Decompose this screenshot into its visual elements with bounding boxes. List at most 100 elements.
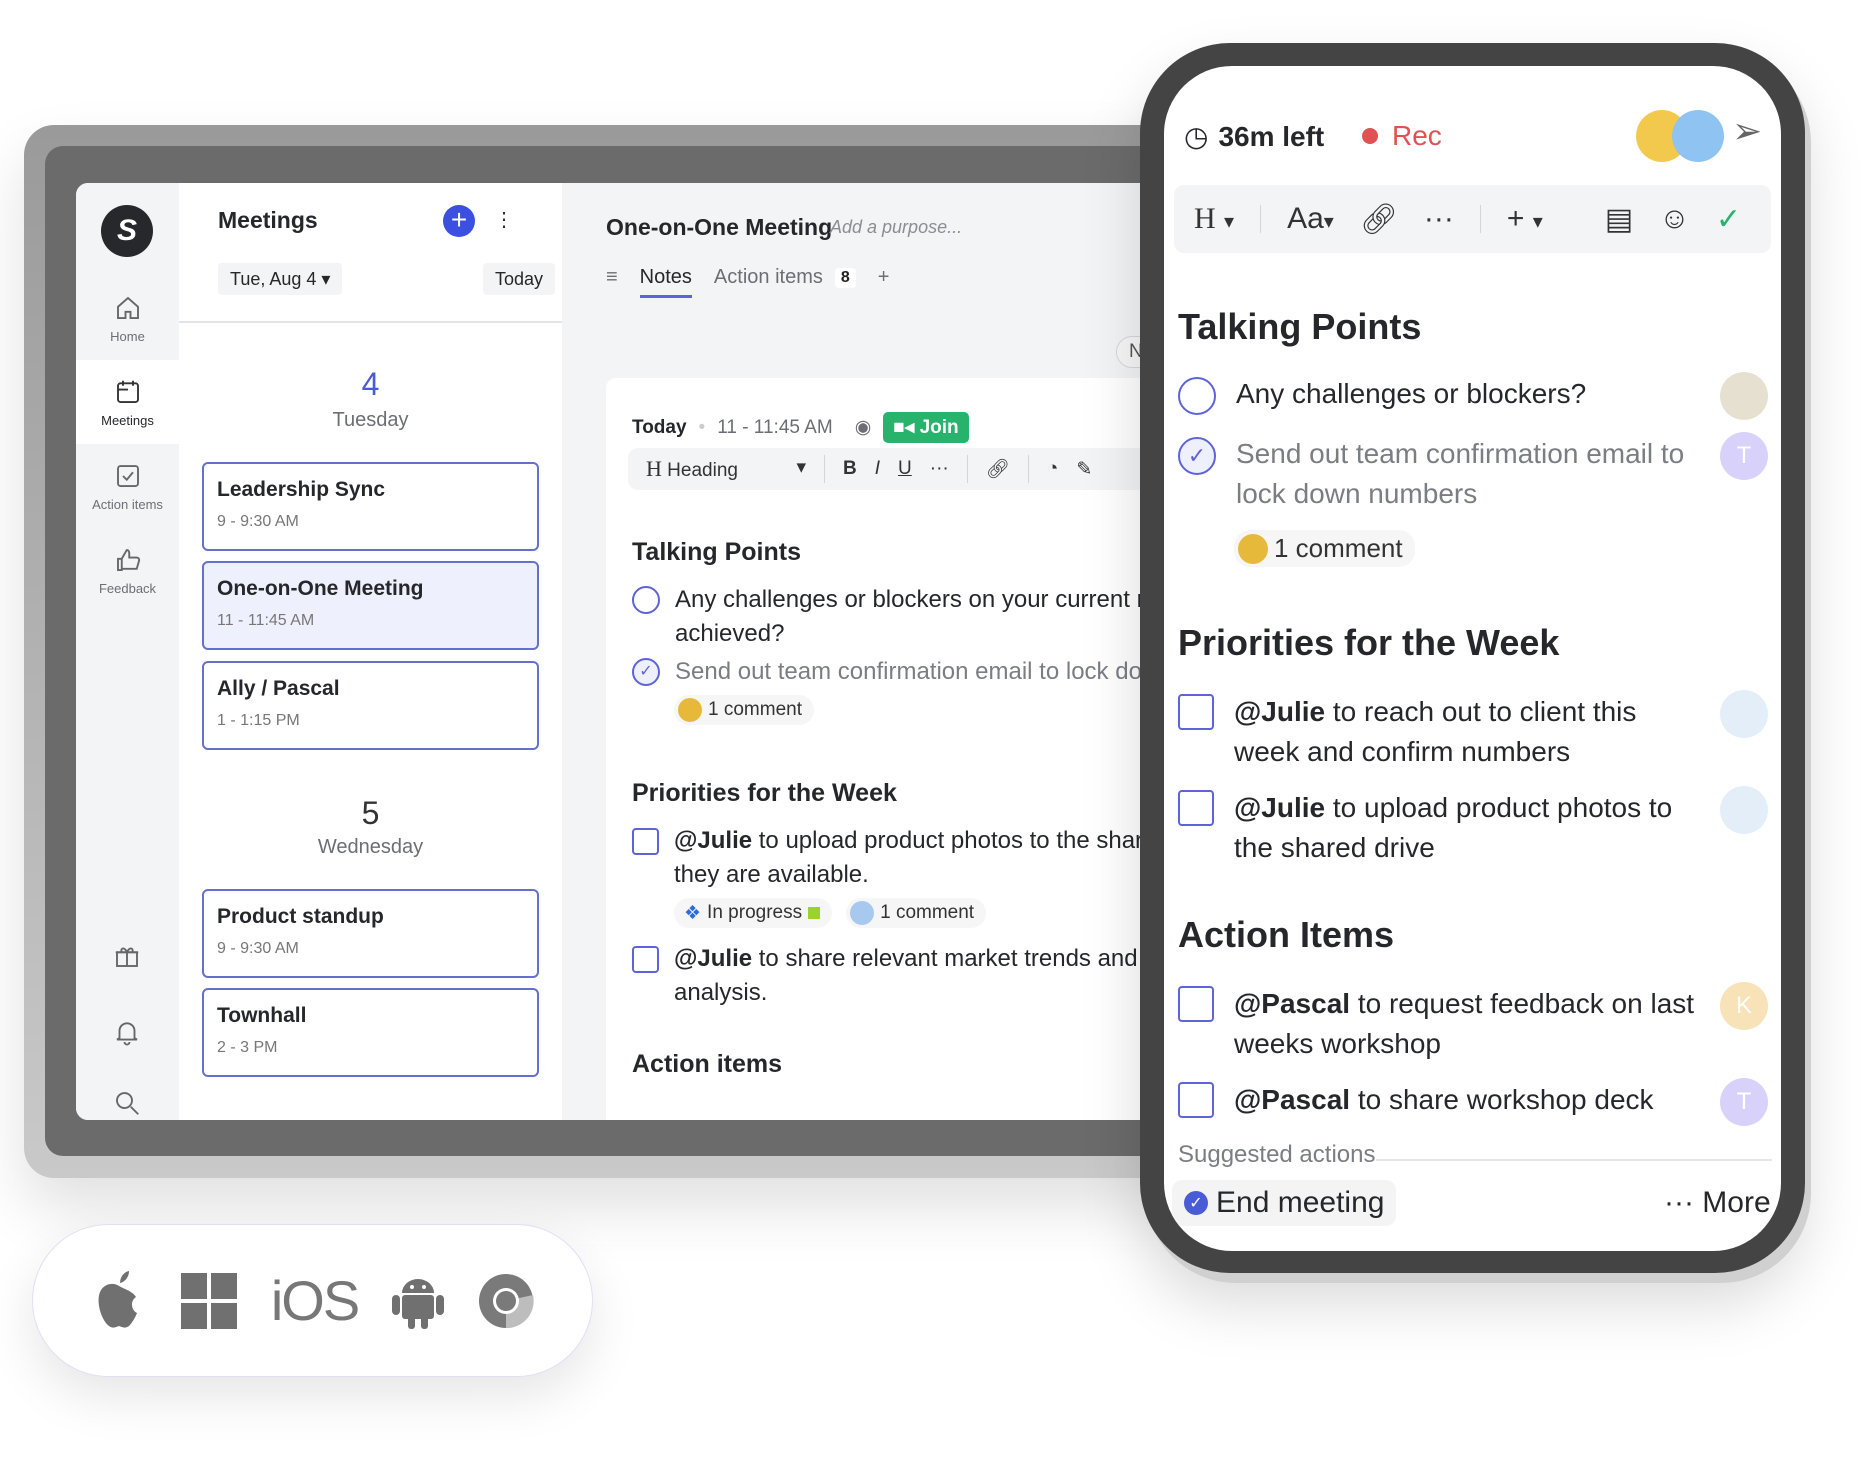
checkbox[interactable] bbox=[1178, 790, 1214, 826]
underline-button[interactable]: U bbox=[898, 458, 912, 480]
send-icon[interactable]: ➢ bbox=[1732, 110, 1762, 152]
check-icon[interactable]: ✓ bbox=[1716, 202, 1741, 237]
participant-avatar[interactable] bbox=[1672, 110, 1724, 162]
emoji-icon[interactable]: ☺ bbox=[1659, 202, 1690, 236]
sidebar-item-home[interactable]: Home bbox=[76, 276, 179, 360]
calendar-icon bbox=[116, 380, 139, 403]
comment-chip[interactable]: 1 comment bbox=[674, 695, 814, 725]
checkbox[interactable] bbox=[1178, 1082, 1214, 1118]
action-item: @Pascal to request feedback on last week… bbox=[1178, 984, 1698, 1064]
action-item: @Pascal to share workshop deck bbox=[1178, 1080, 1698, 1120]
meeting-card[interactable]: Townhall 2 - 3 PM bbox=[202, 988, 539, 1077]
talking-point-toggle[interactable] bbox=[632, 586, 660, 614]
android-icon bbox=[392, 1278, 445, 1329]
meetings-panel: Meetings + ⋮ Tue, Aug 4 ▾ Today 4 Tuesda… bbox=[179, 183, 562, 1120]
divider bbox=[1376, 1159, 1772, 1161]
text-style-dropdown[interactable]: H Heading ▾ bbox=[646, 456, 806, 482]
link-icon[interactable]: 🔗︎ bbox=[1360, 202, 1398, 237]
day-name: Wednesday bbox=[317, 836, 424, 858]
desktop-app: S Home Meetings Action items Feedback Me… bbox=[76, 183, 1216, 1120]
time-remaining: ◷ 36m left bbox=[1184, 120, 1325, 153]
search-icon[interactable] bbox=[112, 1088, 142, 1118]
section-heading: Action Items bbox=[1178, 914, 1395, 955]
palette-icon[interactable]: ◔ bbox=[1047, 458, 1058, 480]
checkbox[interactable] bbox=[632, 828, 659, 855]
bell-icon[interactable] bbox=[112, 1017, 142, 1047]
sidebar-item-feedback[interactable]: Feedback bbox=[76, 528, 179, 612]
video-icon: ■◂ bbox=[893, 417, 915, 438]
clock-icon: ◷ bbox=[1184, 121, 1209, 152]
app-logo[interactable]: S bbox=[101, 205, 153, 257]
assignee-avatar: T bbox=[1720, 1078, 1768, 1126]
meeting-card[interactable]: Ally / Pascal 1 - 1:15 PM bbox=[202, 661, 539, 750]
checkbox[interactable] bbox=[1178, 986, 1214, 1022]
meeting-title: One-on-One Meeting bbox=[606, 214, 833, 240]
chrome-icon bbox=[479, 1273, 534, 1328]
talking-point-toggle[interactable] bbox=[1178, 377, 1216, 415]
date-dropdown[interactable]: Tue, Aug 4 ▾ bbox=[218, 263, 343, 295]
priority-item: @Julie to reach out to client this week … bbox=[1178, 692, 1698, 772]
list-icon[interactable]: ≡ bbox=[606, 266, 618, 289]
comment-icon[interactable]: ▤ bbox=[1605, 202, 1633, 237]
tab-action-items[interactable]: Action items bbox=[714, 266, 823, 289]
meeting-card[interactable]: Leadership Sync 9 - 9:30 AM bbox=[202, 462, 539, 551]
talking-point: Any challenges or blockers? bbox=[1178, 374, 1698, 415]
add-tab-button[interactable]: + bbox=[878, 266, 890, 289]
talking-point-toggle[interactable]: ✓ bbox=[1178, 437, 1216, 475]
gift-icon[interactable] bbox=[112, 941, 142, 971]
section-heading: Talking Points bbox=[1178, 306, 1422, 347]
status-chip[interactable]: ❖ In progress bbox=[674, 898, 833, 928]
day-number: 5 bbox=[361, 795, 380, 831]
sidebar-item-action-items[interactable]: Action items bbox=[76, 444, 179, 528]
add-meeting-button[interactable]: + bbox=[443, 205, 475, 237]
join-button[interactable]: ■◂ Join bbox=[883, 412, 969, 443]
checkbox-icon bbox=[116, 464, 139, 487]
icon-sidebar: S Home Meetings Action items Feedback bbox=[76, 183, 179, 1120]
avatar bbox=[678, 698, 702, 722]
tab-notes[interactable]: Notes bbox=[639, 266, 692, 298]
dropbox-icon: ❖ bbox=[684, 902, 702, 924]
chevron-down-icon: ▾ bbox=[796, 457, 806, 478]
section-heading: Action items bbox=[632, 1050, 783, 1078]
purpose-input[interactable]: Add a purpose... bbox=[830, 217, 962, 238]
italic-button[interactable]: I bbox=[875, 458, 880, 480]
more-button[interactable]: ··· bbox=[1424, 202, 1454, 236]
talking-point-toggle[interactable]: ✓ bbox=[632, 658, 660, 686]
link-icon[interactable]: 🔗︎ bbox=[986, 457, 1010, 481]
note-body: Talking Points Any challenges or blocker… bbox=[632, 538, 1216, 1079]
day-number: 4 bbox=[361, 366, 380, 402]
sidebar-item-meetings[interactable]: Meetings bbox=[76, 360, 179, 444]
suggested-actions-label: Suggested actions bbox=[1178, 1141, 1376, 1168]
checkbox[interactable] bbox=[632, 946, 659, 973]
insert-dropdown[interactable]: + ▾ bbox=[1507, 202, 1543, 236]
talking-point-done: ✓ Send out team confirmation email to loc… bbox=[1178, 434, 1698, 514]
comment-chip[interactable]: 1 comment bbox=[1234, 530, 1415, 567]
check-circle-icon: ✓ bbox=[1184, 1191, 1208, 1215]
meeting-card[interactable]: Product standup 9 - 9:30 AM bbox=[202, 889, 539, 978]
section-heading: Talking Points bbox=[632, 538, 801, 566]
apple-icon bbox=[98, 1270, 137, 1328]
record-icon[interactable]: ◉ bbox=[855, 416, 872, 439]
comment-chip[interactable]: 1 comment bbox=[846, 898, 987, 928]
meeting-detail: One-on-One Meeting Add a purpose... ≡ No… bbox=[562, 183, 1216, 1120]
note-header: Today • 11 - 11:45 AM ◉ ■◂ Join bbox=[632, 412, 969, 443]
priority-item: @Julie to upload product photos to the s… bbox=[1178, 788, 1698, 868]
more-button[interactable]: ··· More bbox=[1664, 1186, 1771, 1220]
panel-title: Meetings bbox=[218, 207, 318, 233]
windows-icon bbox=[180, 1272, 237, 1329]
checkbox[interactable] bbox=[1178, 694, 1214, 730]
avatar bbox=[850, 901, 875, 925]
highlighter-icon[interactable]: ✎ bbox=[1076, 458, 1092, 481]
meeting-card-selected[interactable]: One-on-One Meeting 11 - 11:45 AM bbox=[202, 561, 539, 650]
recording-indicator[interactable]: Rec bbox=[1362, 120, 1442, 152]
more-options-icon[interactable]: ⋮ bbox=[494, 207, 514, 232]
end-meeting-button[interactable]: ✓ End meeting bbox=[1172, 1180, 1397, 1226]
assignee-avatar: T bbox=[1720, 432, 1768, 480]
bold-button[interactable]: B bbox=[843, 458, 857, 480]
today-button[interactable]: Today bbox=[483, 263, 556, 295]
section-heading: Priorities for the Week bbox=[1178, 622, 1560, 663]
font-dropdown[interactable]: Aa▾ bbox=[1287, 202, 1334, 236]
heading-dropdown[interactable]: H ▾ bbox=[1194, 202, 1234, 236]
more-format-button[interactable]: ··· bbox=[930, 458, 949, 480]
chevron-down-icon: ▾ bbox=[321, 269, 331, 289]
